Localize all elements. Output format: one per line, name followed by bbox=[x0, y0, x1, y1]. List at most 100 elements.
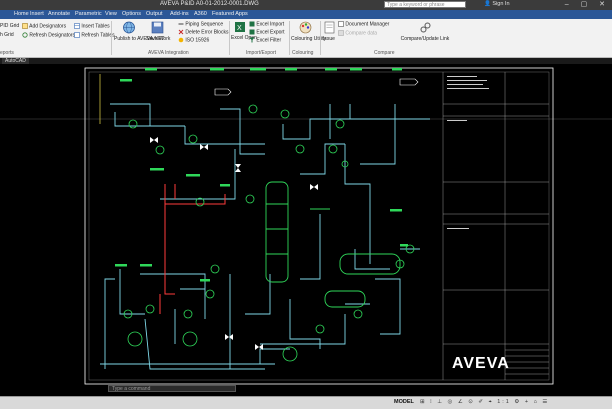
process-lines bbox=[100, 103, 430, 370]
issue-label: Issue bbox=[323, 36, 335, 42]
distillation-column bbox=[265, 181, 289, 283]
title-block-notes bbox=[447, 76, 489, 229]
colouring-utility-button[interactable]: Colouring Utility bbox=[291, 21, 326, 42]
tab-home[interactable]: Home bbox=[14, 11, 29, 17]
compare-data-button[interactable]: Compare data bbox=[338, 30, 377, 36]
group-import-export: Import/Export bbox=[246, 50, 277, 56]
globe-icon bbox=[123, 21, 135, 34]
drawing-border bbox=[84, 67, 554, 385]
designator-icon bbox=[22, 23, 28, 29]
insert-tables-label: Insert Tables bbox=[81, 23, 110, 30]
refresh-table-icon bbox=[74, 32, 80, 38]
delete-error-blocks-label: Delete Error Blocks bbox=[185, 29, 229, 36]
excel-open-button[interactable]: X Excel Open bbox=[231, 21, 257, 41]
add-designators-button[interactable]: Add Designators bbox=[22, 23, 66, 29]
document-manager-button[interactable]: Document Manager bbox=[338, 21, 389, 27]
refresh-tables-button[interactable]: Refresh Tables bbox=[74, 32, 115, 38]
iso-15926-label: ISO 15926 bbox=[185, 37, 210, 44]
publish-aveva-net-button[interactable]: Publish to AVEVA.NET bbox=[114, 21, 164, 42]
pid-grid-button[interactable]: PID Grid bbox=[0, 23, 19, 29]
tab-options[interactable]: Options bbox=[122, 11, 141, 17]
export-icon bbox=[249, 29, 255, 35]
compare-icon bbox=[338, 30, 344, 36]
sign-in-label: Sign In bbox=[492, 1, 510, 7]
piping-icon bbox=[178, 23, 184, 25]
excel-icon: X bbox=[235, 22, 245, 32]
user-icon: 👤 bbox=[484, 1, 491, 7]
group-colouring: Colouring bbox=[292, 50, 314, 56]
compare-update-link-button[interactable]: Compare/Update Link bbox=[398, 21, 452, 42]
refresh-tables-label: Refresh Tables bbox=[81, 32, 115, 39]
filter-icon bbox=[249, 37, 255, 43]
save-icon bbox=[151, 21, 163, 34]
add-designators-label: Add Designators bbox=[29, 23, 67, 30]
tab-output[interactable]: Output bbox=[146, 11, 163, 17]
document-manager-label: Document Manager bbox=[345, 21, 390, 28]
palette-icon bbox=[299, 21, 311, 34]
grid-button[interactable]: h Grid bbox=[0, 32, 14, 38]
grid-label: h Grid bbox=[0, 32, 14, 38]
ribbon-panel: PID Grid h Grid Add Designators Refresh … bbox=[0, 19, 612, 58]
title-block bbox=[442, 72, 549, 380]
red-lines bbox=[159, 184, 226, 314]
link-icon bbox=[420, 22, 430, 33]
iso-icon bbox=[178, 37, 184, 43]
compare-data-label: Compare data bbox=[345, 30, 378, 37]
excel-export-button[interactable]: Excel Export bbox=[249, 29, 284, 35]
svg-text:X: X bbox=[237, 25, 242, 32]
pid-grid-label: PID Grid bbox=[0, 23, 20, 29]
group-compare: Compare bbox=[374, 50, 395, 56]
delete-error-blocks-button[interactable]: Delete Error Blocks bbox=[178, 29, 228, 35]
group-reports: eports bbox=[0, 50, 14, 56]
aveva-logo: AVEVA bbox=[452, 355, 510, 372]
title-bar: AVEVA P&ID A0-01-2012-0001.DWG Type a ke… bbox=[0, 0, 612, 10]
excel-import-button[interactable]: Excel Import bbox=[249, 21, 284, 27]
document-icon bbox=[338, 21, 344, 27]
compare-update-link-label: Compare/Update Link bbox=[400, 36, 450, 42]
search-input[interactable]: Type a keyword or phrase bbox=[384, 1, 466, 8]
tab-featured-apps[interactable]: Featured Apps bbox=[212, 11, 248, 17]
ribbon-separator bbox=[320, 21, 321, 55]
tab-insert[interactable]: Insert bbox=[30, 11, 44, 17]
excel-filter-label: Excel Filter bbox=[256, 37, 282, 44]
refresh-icon bbox=[22, 32, 28, 38]
drawing-inner-border bbox=[88, 71, 550, 381]
ribbon-separator bbox=[289, 21, 290, 55]
ribbon-tab-bar: Home Insert Annotate Parametric View Opt… bbox=[0, 10, 612, 19]
tab-parametric[interactable]: Parametric bbox=[75, 11, 102, 17]
issue-button[interactable]: Issue bbox=[322, 21, 336, 42]
equipment-symbols bbox=[123, 104, 415, 362]
import-icon bbox=[249, 21, 255, 27]
sign-in-button[interactable]: 👤 Sign In bbox=[484, 1, 510, 7]
excel-filter-button[interactable]: Excel Filter bbox=[249, 37, 281, 43]
status-toggle-icons[interactable]: ⊞ ⁞ ⊥ ◎ ∠ ⊙ ✐ ⌖ 1:1 ⚙ + ⌂ ☰ bbox=[420, 399, 549, 406]
delete-icon bbox=[178, 29, 184, 35]
tab-add-ins[interactable]: Add-ins bbox=[170, 11, 189, 17]
tab-a360[interactable]: A360 bbox=[194, 11, 207, 17]
ribbon-separator bbox=[111, 21, 112, 55]
piping-sequence-button[interactable]: Piping Sequence bbox=[178, 21, 223, 27]
window-title: AVEVA P&ID A0-01-2012-0001.DWG bbox=[160, 1, 259, 7]
status-bar: MODEL ⊞ ⁞ ⊥ ◎ ∠ ⊙ ✐ ⌖ 1:1 ⚙ + ⌂ ☰ bbox=[0, 396, 612, 409]
tag-labels bbox=[115, 68, 408, 282]
window-controls[interactable]: – ▢ ✕ bbox=[565, 0, 610, 8]
iso-15926-button[interactable]: ISO 15926 bbox=[178, 37, 209, 43]
drawing-canvas[interactable]: AVEVA bbox=[0, 64, 612, 394]
model-space-tab[interactable]: MODEL bbox=[394, 399, 414, 405]
tab-view[interactable]: View bbox=[105, 11, 117, 17]
issue-icon bbox=[324, 21, 334, 34]
insert-tables-button[interactable]: Insert Tables bbox=[74, 23, 110, 29]
refresh-designators-button[interactable]: Refresh Designators bbox=[22, 32, 75, 38]
save-work-button[interactable]: Save Work bbox=[146, 21, 171, 42]
tab-annotate[interactable]: Annotate bbox=[48, 11, 70, 17]
group-aveva-integration: AVEVA Integration bbox=[148, 50, 189, 56]
off-page-connectors bbox=[214, 78, 419, 96]
excel-export-label: Excel Export bbox=[256, 29, 285, 36]
save-work-label: Save Work bbox=[146, 36, 171, 42]
refresh-designators-label: Refresh Designators bbox=[29, 32, 75, 39]
table-icon bbox=[74, 23, 80, 29]
piping-sequence-label: Piping Sequence bbox=[185, 21, 224, 28]
excel-import-label: Excel Import bbox=[256, 21, 285, 28]
ribbon-separator bbox=[229, 21, 230, 55]
command-line-input[interactable]: Type a command bbox=[108, 385, 236, 392]
